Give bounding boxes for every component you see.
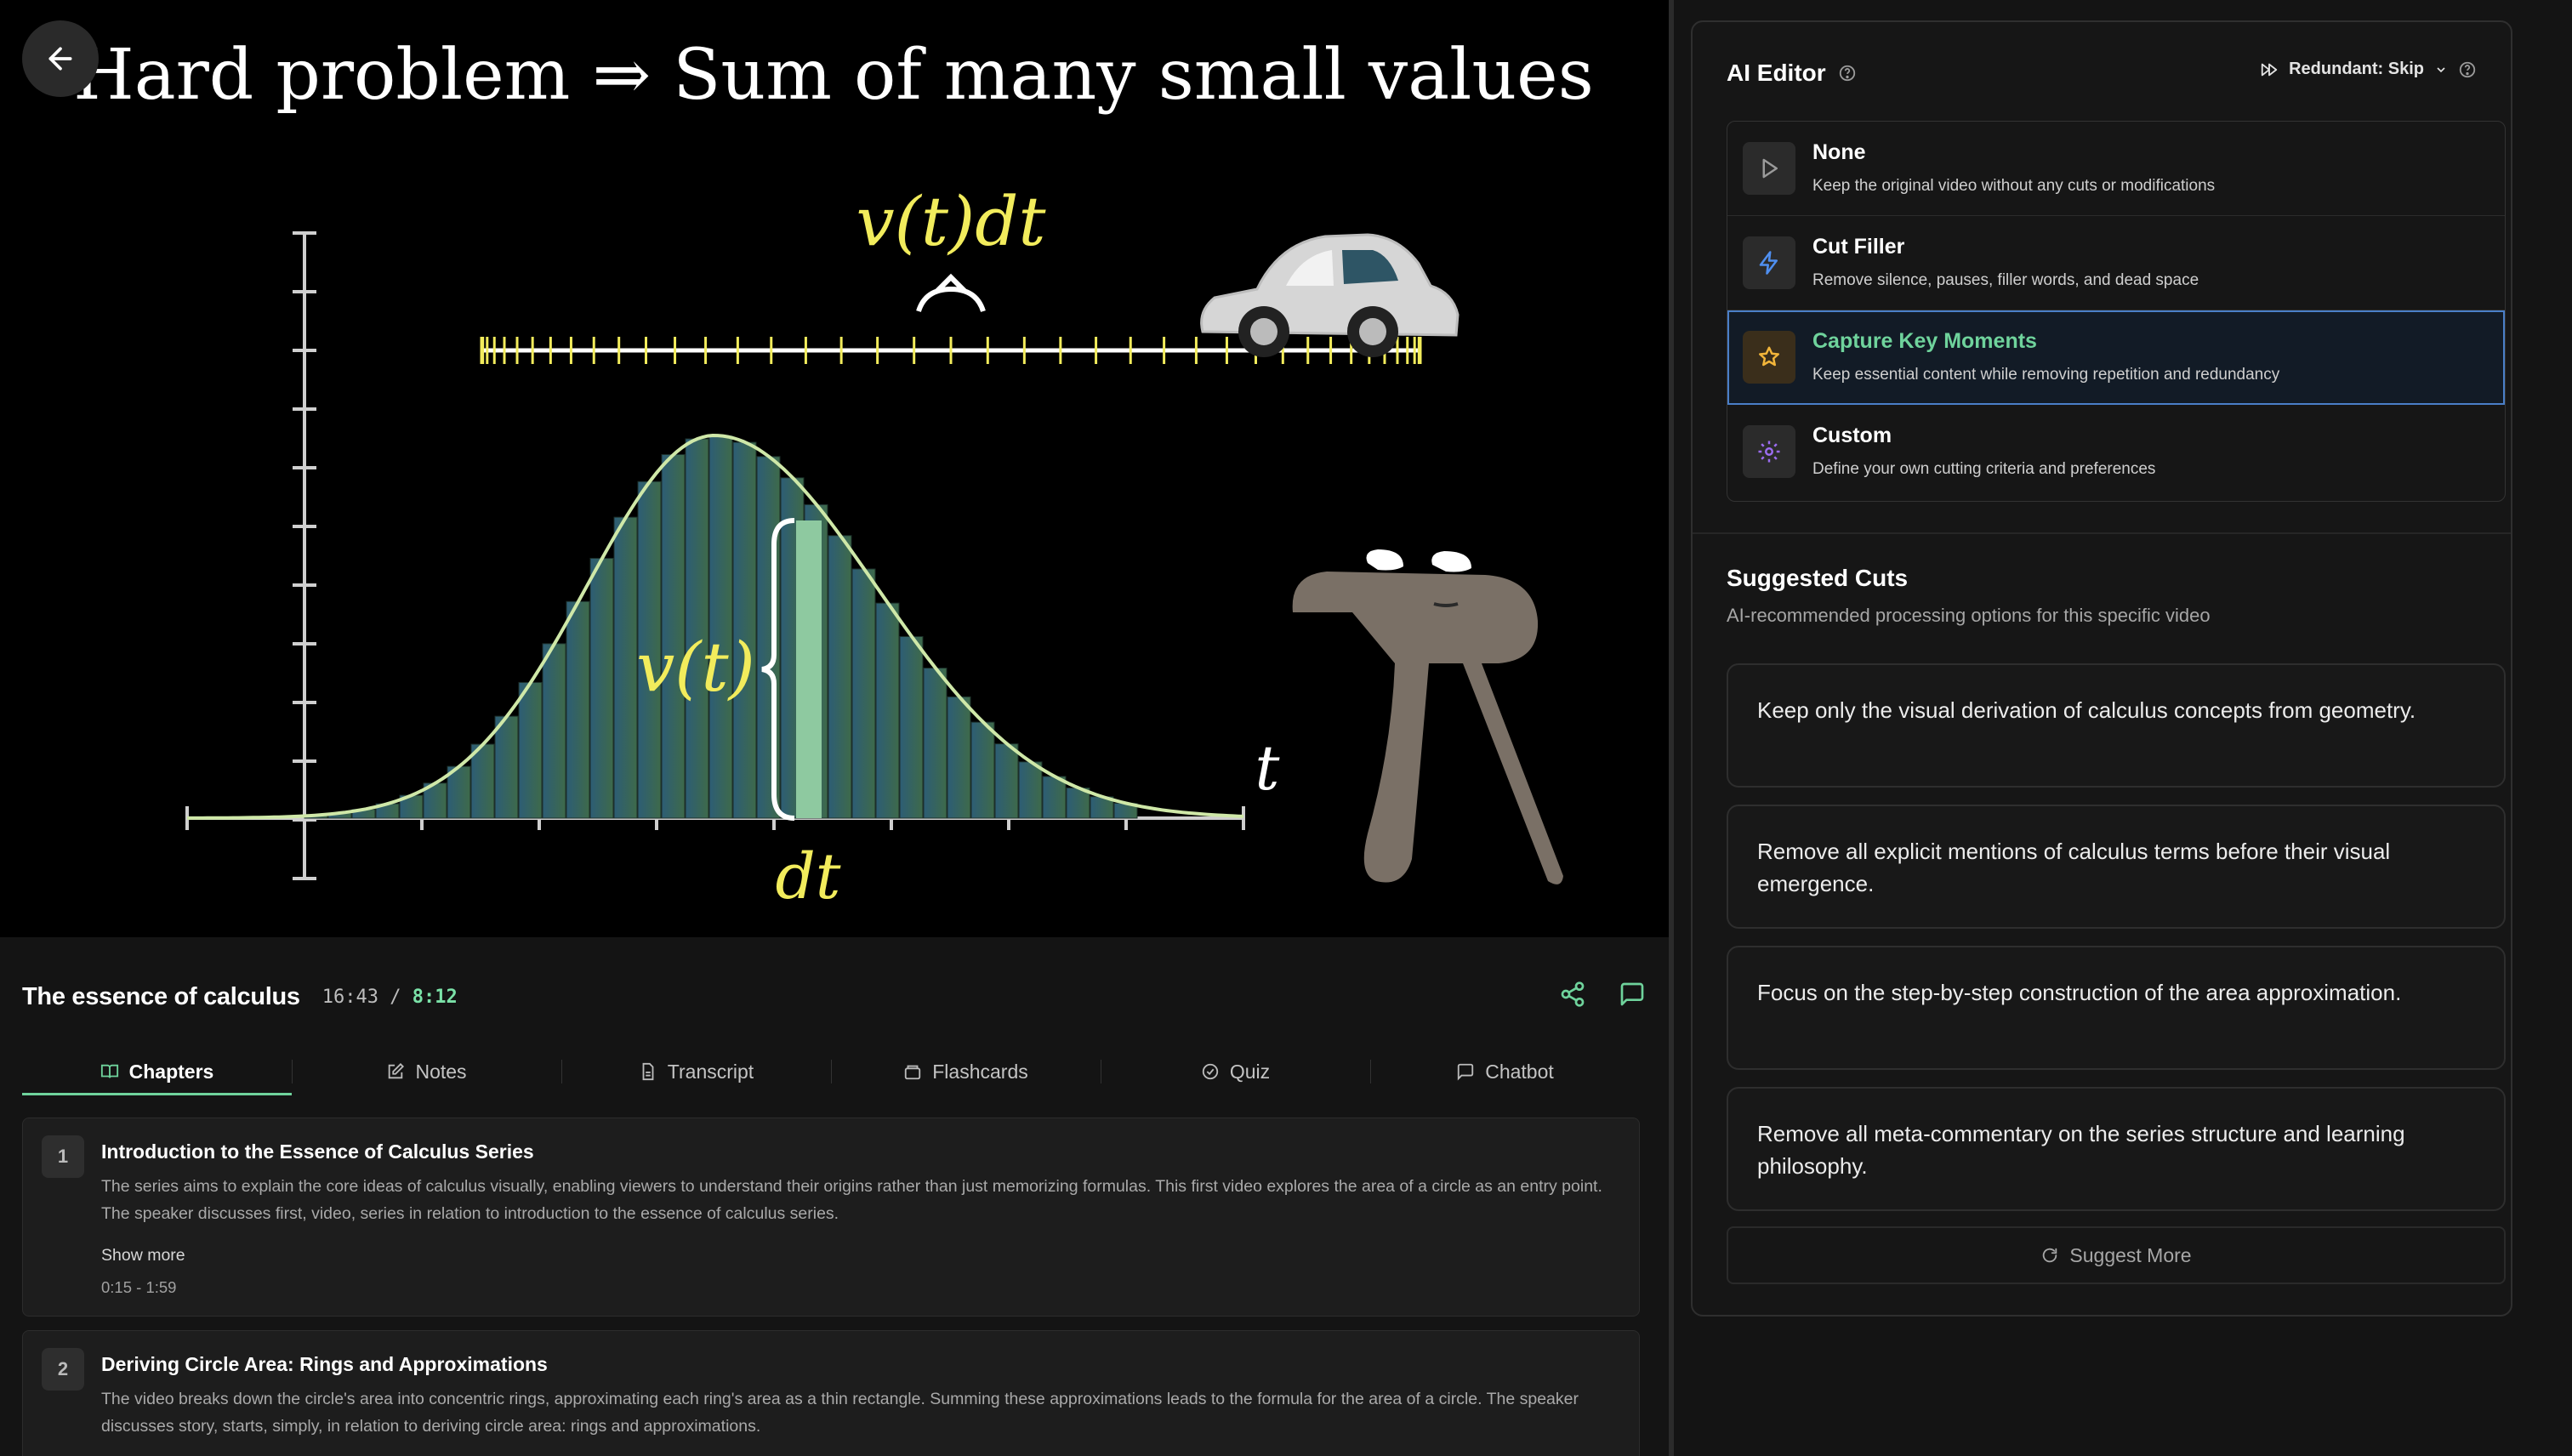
edit-icon: [389, 1062, 405, 1079]
suggestion-card[interactable]: Keep only the visual derivation of calcu…: [1727, 663, 2506, 788]
back-button[interactable]: [22, 20, 99, 97]
vt-label: v(t): [636, 628, 755, 707]
suggestion-card[interactable]: Remove all explicit mentions of calculus…: [1727, 805, 2506, 929]
tab-chapters[interactable]: Chapters: [22, 1048, 292, 1095]
chapter-time-range: 0:15 - 1:59: [101, 1278, 177, 1296]
chapter-number: 2: [42, 1348, 84, 1391]
arrow-left-icon: [48, 47, 72, 71]
mode-icon: [1743, 425, 1795, 478]
chapter-card[interactable]: 2 Deriving Circle Area: Rings and Approx…: [22, 1330, 1640, 1456]
tab-quiz[interactable]: Quiz: [1101, 1048, 1370, 1095]
mode-none[interactable]: None Keep the original video without any…: [1727, 122, 2505, 216]
chapter-number: 1: [42, 1135, 84, 1178]
tab-label: Flashcards: [932, 1060, 1028, 1083]
ai-editor-header: AI Editor: [1727, 60, 1857, 87]
top-brace: [916, 286, 986, 313]
mode-description: Remove silence, pauses, filler words, an…: [1812, 271, 2199, 289]
mode-custom[interactable]: Custom Define your own cutting criteria …: [1727, 405, 2505, 499]
mode-name: None: [1812, 140, 1866, 164]
cards-icon: [905, 1065, 921, 1080]
show-more-link[interactable]: Show more: [101, 1246, 185, 1265]
mode-description: Keep the original video without any cuts…: [1812, 177, 2216, 195]
dt-label: dt: [775, 840, 840, 913]
highlight-bar: [796, 520, 822, 818]
editing-mode-list: None Keep the original video without any…: [1727, 121, 2506, 502]
chapter-description: The series aims to explain the core idea…: [101, 1177, 1602, 1223]
video-info-panel: The essence of calculus 16:43 / 8:12 Cha…: [0, 937, 1669, 1456]
help-icon[interactable]: [1838, 64, 1857, 82]
play-icon: [1762, 158, 1778, 179]
redundant-dropdown[interactable]: Redundant: Skip: [2260, 60, 2477, 79]
mode-capture-key-moments[interactable]: Capture Key Moments Keep essential conte…: [1727, 310, 2505, 405]
title-actions: [1558, 980, 1647, 1009]
video-player[interactable]: Hard problem ⇒ Sum of many small values …: [0, 0, 1669, 937]
tab-label: Notes: [415, 1060, 467, 1083]
mode-name: Capture Key Moments: [1812, 329, 2037, 353]
message-icon: [1620, 982, 1644, 1006]
video-title: The essence of calculus: [22, 982, 300, 1010]
refresh-icon: [2043, 1248, 2057, 1263]
message-icon: [1458, 1063, 1474, 1081]
ai-editor-title: AI Editor: [1727, 60, 1826, 86]
gear-icon: [1758, 441, 1780, 463]
mode-cut-filler[interactable]: Cut Filler Remove silence, pauses, fille…: [1727, 216, 2505, 310]
mode-description: Keep essential content while removing re…: [1812, 366, 2280, 384]
t-axis-label: t: [1255, 732, 1281, 804]
ai-editor-card: AI Editor Redundant: Skip None Keep the …: [1691, 20, 2512, 1317]
chapter-title: Deriving Circle Area: Rings and Approxim…: [101, 1353, 548, 1375]
suggest-more-label: Suggest More: [2069, 1243, 2192, 1266]
redundant-label: Redundant: Skip: [2289, 60, 2424, 78]
section-divider: [1693, 532, 2511, 534]
mode-icon: [1743, 236, 1795, 289]
mode-icon: [1743, 331, 1795, 384]
chapter-card[interactable]: 1 Introduction to the Essence of Calculu…: [22, 1118, 1640, 1317]
tab-label: Quiz: [1229, 1060, 1271, 1083]
mode-description: Define your own cutting criteria and pre…: [1812, 460, 2156, 478]
share-icon: [1561, 981, 1585, 1007]
suggestion-card[interactable]: Focus on the step-by-step construction o…: [1727, 946, 2506, 1070]
tab-label: Chapters: [128, 1060, 214, 1083]
ai-editor-panel: AI Editor Redundant: Skip None Keep the …: [1674, 0, 2572, 1456]
app-root: Hard problem ⇒ Sum of many small values …: [0, 0, 2572, 1456]
time-separator: /: [390, 986, 401, 1008]
tab-transcript[interactable]: Transcript: [561, 1048, 831, 1095]
help-icon[interactable]: [2458, 60, 2477, 79]
check-circle-icon: [1202, 1063, 1219, 1080]
mode-name: Cut Filler: [1812, 235, 1905, 259]
lightning-icon: [1759, 251, 1778, 275]
duration: 8:12: [412, 986, 458, 1008]
tab-flashcards[interactable]: Flashcards: [831, 1048, 1101, 1095]
comment-button[interactable]: [1618, 980, 1647, 1009]
tab-notes[interactable]: Notes: [292, 1048, 561, 1095]
file-text-icon: [642, 1062, 654, 1081]
pi-creature: [1292, 549, 1563, 884]
slide-title: Hard problem ⇒ Sum of many small values: [73, 35, 1594, 116]
time-display: 16:43 / 8:12: [322, 987, 458, 1008]
title-row: The essence of calculus 16:43 / 8:12: [22, 980, 1647, 1014]
suggest-more-button[interactable]: Suggest More: [1727, 1226, 2506, 1284]
fast-forward-icon: [2261, 63, 2278, 76]
tab-chatbot[interactable]: Chatbot: [1370, 1048, 1640, 1095]
content-tabs: Chapters Notes Transcript Flashcards Qui…: [22, 1048, 1640, 1095]
share-button[interactable]: [1558, 980, 1587, 1009]
tab-label: Transcript: [667, 1060, 754, 1083]
chapter-title: Introduction to the Essence of Calculus …: [101, 1140, 534, 1163]
mode-name: Custom: [1812, 424, 1892, 447]
current-time: 16:43: [322, 986, 378, 1008]
vdt-label: v(t)dt: [856, 182, 1046, 261]
video-frame: Hard problem ⇒ Sum of many small values …: [73, 35, 1594, 913]
sparkle-star-icon: [1759, 346, 1779, 367]
suggested-cuts-subtitle: AI-recommended processing options for th…: [1727, 605, 2211, 626]
chapter-description: The video breaks down the circle's area …: [101, 1390, 1579, 1436]
mode-icon: [1743, 142, 1795, 195]
suggested-cuts-title: Suggested Cuts: [1727, 565, 1909, 591]
book-icon: [100, 1064, 118, 1078]
suggestion-card[interactable]: Remove all meta-commentary on the series…: [1727, 1087, 2506, 1211]
tab-label: Chatbot: [1485, 1060, 1554, 1083]
chevron-down-icon: [2437, 66, 2445, 72]
